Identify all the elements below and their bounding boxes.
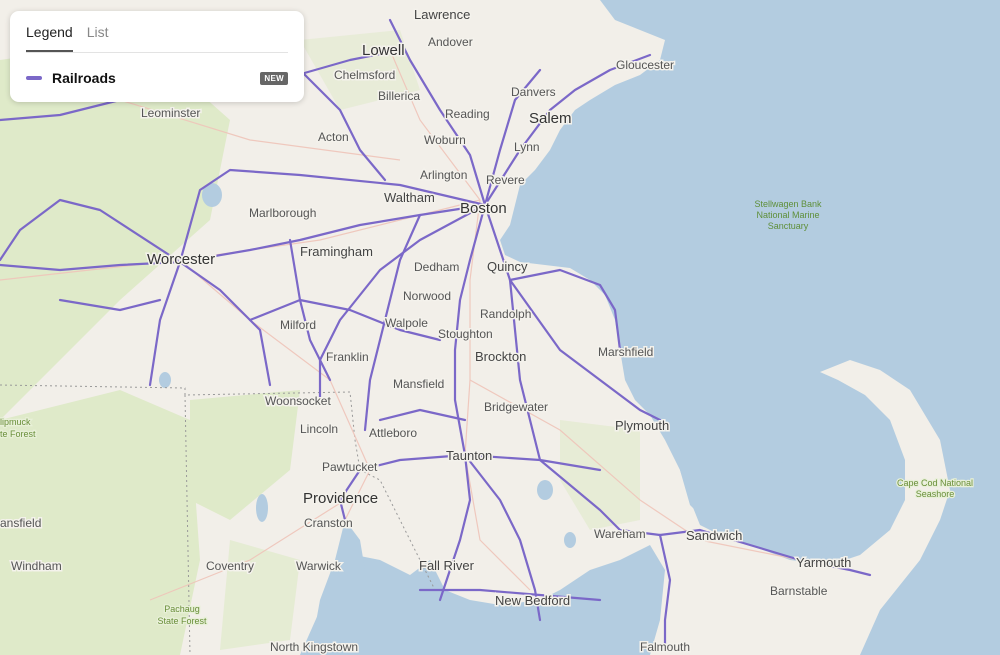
place-label: Attleboro bbox=[369, 426, 417, 440]
place-label: Andover bbox=[428, 35, 473, 49]
place-label: ansfield bbox=[0, 516, 41, 530]
park-label: State Forest bbox=[157, 616, 207, 626]
place-label: Pawtucket bbox=[322, 460, 378, 474]
legend-panel: Legend List Railroads NEW bbox=[10, 11, 304, 102]
place-label: Fall River bbox=[419, 558, 475, 573]
place-label: Quincy bbox=[487, 259, 528, 274]
park-label: Cape Cod National bbox=[897, 478, 973, 488]
panel-tabs: Legend List bbox=[26, 24, 109, 52]
place-label: Taunton bbox=[446, 448, 492, 463]
place-label: Randolph bbox=[480, 307, 531, 321]
place-label: Lincoln bbox=[300, 422, 338, 436]
place-label: Stoughton bbox=[438, 327, 493, 341]
park-label: Stellwagen Bank bbox=[754, 199, 822, 209]
place-label: North Kingstown bbox=[270, 640, 358, 654]
place-label: Worcester bbox=[147, 251, 215, 268]
place-label: Plymouth bbox=[615, 418, 669, 433]
place-label: Salem bbox=[529, 110, 572, 127]
place-label: Dedham bbox=[414, 260, 459, 274]
place-label: Woburn bbox=[424, 133, 466, 147]
place-label: Yarmouth bbox=[796, 555, 851, 570]
park-label: lipmuck bbox=[0, 417, 31, 427]
place-label: Woonsocket bbox=[265, 394, 331, 408]
place-label: Brockton bbox=[475, 349, 526, 364]
place-label: Milford bbox=[280, 318, 316, 332]
place-label: Providence bbox=[303, 490, 378, 507]
place-label: Coventry bbox=[206, 559, 254, 573]
place-label: Windham bbox=[11, 559, 62, 573]
place-label: Mansfield bbox=[393, 377, 444, 391]
park-label: National Marine bbox=[756, 210, 819, 220]
place-label: Falmouth bbox=[640, 640, 690, 654]
place-label: Revere bbox=[486, 173, 525, 187]
place-label: Gloucester bbox=[616, 58, 674, 72]
legend-item-railroads[interactable]: Railroads NEW bbox=[26, 69, 288, 87]
place-label: Arlington bbox=[420, 168, 467, 182]
park-label: Sanctuary bbox=[768, 221, 809, 231]
place-label: Framingham bbox=[300, 244, 373, 259]
place-label: Reading bbox=[445, 107, 490, 121]
place-label: Billerica bbox=[378, 89, 420, 103]
place-label: Danvers bbox=[511, 85, 556, 99]
place-label: Sandwich bbox=[686, 528, 742, 543]
place-label: Chelmsford bbox=[334, 68, 395, 82]
place-label: Cranston bbox=[304, 516, 353, 530]
place-label: Wareham bbox=[594, 527, 646, 541]
legend-item-label: Railroads bbox=[52, 70, 116, 86]
tab-list[interactable]: List bbox=[87, 24, 109, 52]
place-label: Lynn bbox=[514, 140, 540, 154]
place-label: Waltham bbox=[384, 190, 435, 205]
place-label: New Bedford bbox=[495, 593, 570, 608]
park-label: te Forest bbox=[0, 429, 36, 439]
place-label: Marlborough bbox=[249, 206, 316, 220]
place-label: Marshfield bbox=[598, 345, 653, 359]
place-label: Acton bbox=[318, 130, 349, 144]
railroad-line-swatch-icon bbox=[26, 76, 42, 80]
panel-divider bbox=[26, 52, 288, 53]
park-label: Seashore bbox=[916, 489, 955, 499]
park-label: Pachaug bbox=[164, 604, 200, 614]
tab-legend[interactable]: Legend bbox=[26, 24, 73, 52]
new-badge: NEW bbox=[260, 71, 288, 85]
place-label: Lawrence bbox=[414, 7, 470, 22]
place-label: Boston bbox=[460, 200, 507, 217]
place-label: Barnstable bbox=[770, 584, 828, 598]
place-label: Norwood bbox=[403, 289, 451, 303]
place-label: Walpole bbox=[385, 316, 428, 330]
place-label: Leominster bbox=[141, 106, 200, 120]
place-label: Bridgewater bbox=[484, 400, 548, 414]
place-label: Franklin bbox=[326, 350, 369, 364]
place-label: Warwick bbox=[296, 559, 342, 573]
place-label: Lowell bbox=[362, 42, 405, 59]
